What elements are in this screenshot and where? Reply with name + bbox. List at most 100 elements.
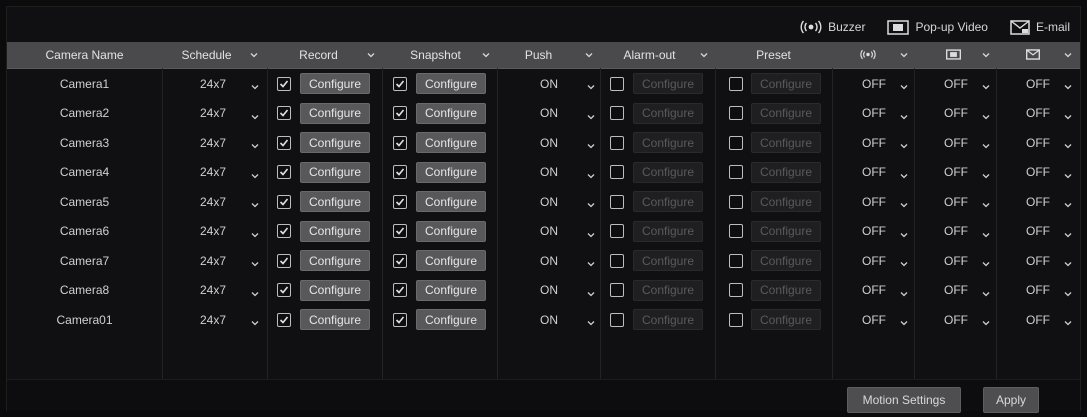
header-push[interactable]: Push <box>497 42 600 68</box>
buzzer-select[interactable]: OFF <box>832 158 914 188</box>
record-configure-button[interactable]: Configure <box>300 279 370 301</box>
email-select[interactable]: OFF <box>996 99 1080 129</box>
preset-checkbox[interactable] <box>729 76 743 91</box>
record-checkbox[interactable] <box>277 224 291 239</box>
schedule-select[interactable]: 24x7 <box>162 305 267 335</box>
buzzer-select[interactable]: OFF <box>832 276 914 306</box>
header-email[interactable] <box>996 42 1080 68</box>
record-configure-button[interactable]: Configure <box>300 220 370 242</box>
record-configure-button[interactable]: Configure <box>300 73 370 95</box>
schedule-select[interactable]: 24x7 <box>162 276 267 306</box>
header-record[interactable]: Record <box>267 42 382 68</box>
snapshot-configure-button[interactable]: Configure <box>416 220 486 242</box>
alarm-out-checkbox[interactable] <box>610 165 624 180</box>
record-checkbox[interactable] <box>277 106 291 121</box>
alarm-out-checkbox[interactable] <box>610 106 624 121</box>
snapshot-checkbox[interactable] <box>393 106 407 121</box>
snapshot-configure-button[interactable]: Configure <box>416 191 486 213</box>
alarm-out-checkbox[interactable] <box>610 224 624 239</box>
schedule-select[interactable]: 24x7 <box>162 217 267 247</box>
preset-checkbox[interactable] <box>729 135 743 150</box>
record-configure-button[interactable]: Configure <box>300 309 370 331</box>
push-select[interactable]: ON <box>497 69 600 99</box>
buzzer-select[interactable]: OFF <box>832 69 914 99</box>
email-select[interactable]: OFF <box>996 246 1080 276</box>
email-select[interactable]: OFF <box>996 158 1080 188</box>
record-configure-button[interactable]: Configure <box>300 250 370 272</box>
record-checkbox[interactable] <box>277 312 291 327</box>
record-checkbox[interactable] <box>277 194 291 209</box>
record-configure-button[interactable]: Configure <box>300 102 370 124</box>
schedule-select[interactable]: 24x7 <box>162 158 267 188</box>
snapshot-configure-button[interactable]: Configure <box>416 102 486 124</box>
record-configure-button[interactable]: Configure <box>300 132 370 154</box>
snapshot-checkbox[interactable] <box>393 312 407 327</box>
apply-button[interactable]: Apply <box>983 387 1039 413</box>
snapshot-checkbox[interactable] <box>393 135 407 150</box>
popup-select[interactable]: OFF <box>914 246 996 276</box>
preset-checkbox[interactable] <box>729 194 743 209</box>
snapshot-configure-button[interactable]: Configure <box>416 250 486 272</box>
record-checkbox[interactable] <box>277 253 291 268</box>
email-select[interactable]: OFF <box>996 217 1080 247</box>
popup-select[interactable]: OFF <box>914 69 996 99</box>
popup-select[interactable]: OFF <box>914 217 996 247</box>
popup-select[interactable]: OFF <box>914 305 996 335</box>
popup-select[interactable]: OFF <box>914 128 996 158</box>
snapshot-configure-button[interactable]: Configure <box>416 161 486 183</box>
buzzer-select[interactable]: OFF <box>832 187 914 217</box>
alarm-out-checkbox[interactable] <box>610 253 624 268</box>
buzzer-select[interactable]: OFF <box>832 217 914 247</box>
push-select[interactable]: ON <box>497 99 600 129</box>
email-select[interactable]: OFF <box>996 128 1080 158</box>
schedule-select[interactable]: 24x7 <box>162 69 267 99</box>
snapshot-checkbox[interactable] <box>393 165 407 180</box>
preset-checkbox[interactable] <box>729 224 743 239</box>
snapshot-configure-button[interactable]: Configure <box>416 132 486 154</box>
push-select[interactable]: ON <box>497 246 600 276</box>
popup-select[interactable]: OFF <box>914 158 996 188</box>
push-select[interactable]: ON <box>497 187 600 217</box>
popup-select[interactable]: OFF <box>914 99 996 129</box>
snapshot-checkbox[interactable] <box>393 253 407 268</box>
push-select[interactable]: ON <box>497 276 600 306</box>
record-configure-button[interactable]: Configure <box>300 191 370 213</box>
buzzer-select[interactable]: OFF <box>832 246 914 276</box>
header-alarm-out[interactable]: Alarm-out <box>600 42 715 68</box>
email-select[interactable]: OFF <box>996 69 1080 99</box>
record-checkbox[interactable] <box>277 283 291 298</box>
record-configure-button[interactable]: Configure <box>300 161 370 183</box>
snapshot-checkbox[interactable] <box>393 224 407 239</box>
buzzer-select[interactable]: OFF <box>832 99 914 129</box>
header-snapshot[interactable]: Snapshot <box>382 42 497 68</box>
preset-checkbox[interactable] <box>729 312 743 327</box>
snapshot-configure-button[interactable]: Configure <box>416 279 486 301</box>
preset-checkbox[interactable] <box>729 165 743 180</box>
email-select[interactable]: OFF <box>996 305 1080 335</box>
motion-settings-button[interactable]: Motion Settings <box>847 387 961 413</box>
preset-checkbox[interactable] <box>729 253 743 268</box>
snapshot-checkbox[interactable] <box>393 76 407 91</box>
snapshot-checkbox[interactable] <box>393 283 407 298</box>
preset-checkbox[interactable] <box>729 283 743 298</box>
preset-checkbox[interactable] <box>729 106 743 121</box>
push-select[interactable]: ON <box>497 128 600 158</box>
snapshot-configure-button[interactable]: Configure <box>416 73 486 95</box>
alarm-out-checkbox[interactable] <box>610 76 624 91</box>
alarm-out-checkbox[interactable] <box>610 194 624 209</box>
push-select[interactable]: ON <box>497 217 600 247</box>
popup-select[interactable]: OFF <box>914 187 996 217</box>
snapshot-configure-button[interactable]: Configure <box>416 309 486 331</box>
buzzer-select[interactable]: OFF <box>832 305 914 335</box>
header-schedule[interactable]: Schedule <box>162 42 267 68</box>
record-checkbox[interactable] <box>277 76 291 91</box>
snapshot-checkbox[interactable] <box>393 194 407 209</box>
buzzer-select[interactable]: OFF <box>832 128 914 158</box>
push-select[interactable]: ON <box>497 305 600 335</box>
schedule-select[interactable]: 24x7 <box>162 99 267 129</box>
record-checkbox[interactable] <box>277 165 291 180</box>
header-buzzer[interactable] <box>832 42 914 68</box>
email-select[interactable]: OFF <box>996 187 1080 217</box>
schedule-select[interactable]: 24x7 <box>162 128 267 158</box>
record-checkbox[interactable] <box>277 135 291 150</box>
